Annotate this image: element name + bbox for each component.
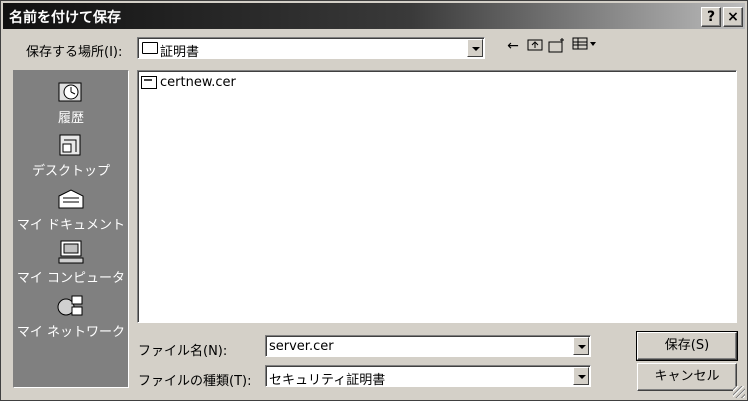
filename-value: server.cer (269, 339, 334, 354)
save-in-label: 保存する場所(I): (26, 45, 123, 60)
save-button[interactable]: 保存(S) (636, 331, 738, 361)
filetype-select[interactable]: セキュリティ証明書 (265, 365, 591, 388)
place-my-computer-label: マイ コンピュータ (16, 271, 126, 286)
save-in-combo[interactable]: 証明書 (137, 37, 485, 60)
place-my-network[interactable]: マイ ネットワーク (14, 293, 128, 340)
view-menu-icon[interactable] (571, 37, 599, 55)
save-in-dropdown-button[interactable] (467, 39, 483, 57)
place-history[interactable]: 履歴 (14, 79, 128, 126)
close-button[interactable]: × (723, 7, 743, 27)
file-list[interactable]: certnew.cer (137, 70, 737, 323)
place-my-documents-label: マイ ドキュメント (16, 218, 126, 233)
window-title: 名前を付けて保存 (9, 10, 121, 26)
filename-label: ファイル名(N): (138, 344, 228, 359)
cancel-button[interactable]: キャンセル (637, 363, 737, 391)
help-button[interactable]: ? (701, 7, 721, 27)
up-folder-icon[interactable] (525, 37, 545, 55)
filetype-value: セキュリティ証明書 (269, 373, 386, 388)
filename-input[interactable]: server.cer (265, 335, 591, 357)
my-documents-icon (58, 189, 84, 209)
file-list-item[interactable]: certnew.cer (141, 75, 236, 90)
filename-dropdown-button[interactable] (573, 337, 589, 355)
resize-grip[interactable] (733, 386, 745, 398)
filetype-dropdown-button[interactable] (573, 367, 589, 385)
place-my-network-label: マイ ネットワーク (16, 325, 126, 340)
place-my-documents[interactable]: マイ ドキュメント (14, 186, 128, 233)
folder-icon (142, 42, 158, 54)
my-network-icon (57, 295, 83, 316)
place-desktop[interactable]: デスクトップ (14, 132, 128, 179)
place-history-label: 履歴 (57, 111, 84, 126)
place-my-computer[interactable]: マイ コンピュータ (14, 239, 128, 286)
my-computer-icon (58, 240, 84, 264)
file-name: certnew.cer (160, 75, 236, 90)
history-icon (58, 82, 82, 102)
filetype-label: ファイルの種類(T): (138, 374, 252, 389)
save-as-dialog: 名前を付けて保存 ? × 保存する場所(I): 証明書 ← 履歴 デスクトップ … (0, 0, 748, 401)
place-desktop-label: デスクトップ (31, 164, 110, 179)
certificate-file-icon (141, 76, 157, 89)
back-arrow-icon[interactable]: ← (503, 37, 523, 55)
title-bar[interactable]: 名前を付けて保存 ? × (3, 3, 745, 29)
places-bar: 履歴 デスクトップ マイ ドキュメント マイ コンピュータ マイ ネットワーク (13, 70, 129, 388)
save-in-value: 証明書 (160, 45, 200, 60)
desktop-icon (59, 134, 81, 156)
new-folder-icon[interactable] (547, 37, 567, 55)
